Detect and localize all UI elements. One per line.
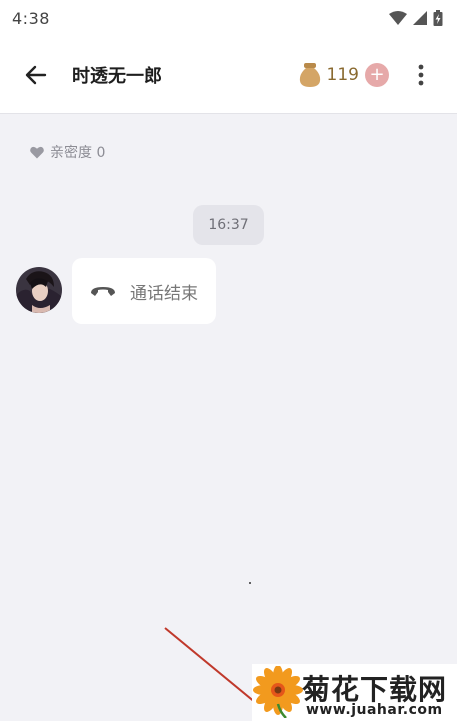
coin-count: 119 <box>326 64 359 85</box>
call-ended-message[interactable]: 通话结束 <box>72 258 216 324</box>
intimacy-indicator: 亲密度 0 <box>30 142 105 162</box>
add-coin-button[interactable]: + <box>365 62 389 87</box>
flower-logo <box>253 666 303 718</box>
chat-header: 时透无一郎 119 + <box>0 36 457 114</box>
coin-bag-icon <box>299 62 320 87</box>
coin-balance[interactable]: 119 + <box>299 62 389 88</box>
chat-area[interactable]: 亲密度 0 16:37 通话结束 <box>0 114 457 721</box>
avatar[interactable] <box>16 267 62 313</box>
wifi-icon <box>389 11 407 25</box>
heart-icon <box>30 146 44 158</box>
chat-title: 时透无一郎 <box>72 65 162 87</box>
watermark: 菊花下载网 www.juahar.com <box>252 664 457 721</box>
hangup-phone-icon <box>91 287 115 296</box>
back-arrow-icon <box>25 65 47 84</box>
more-options-button[interactable] <box>407 55 435 95</box>
battery-charging-icon <box>433 10 443 26</box>
status-bar: 4:38 <box>0 0 457 36</box>
status-icons <box>389 10 443 26</box>
call-status-text: 通话结束 <box>130 283 198 304</box>
status-time: 4:38 <box>12 8 50 28</box>
more-vertical-icon <box>418 64 424 85</box>
signal-icon <box>413 11 427 25</box>
message-row: 通话结束 <box>16 258 216 324</box>
watermark-url: www.juahar.com <box>306 702 443 718</box>
message-timestamp: 16:37 <box>193 205 264 245</box>
intimacy-label: 亲密度 0 <box>50 145 106 161</box>
back-button[interactable] <box>16 55 56 95</box>
